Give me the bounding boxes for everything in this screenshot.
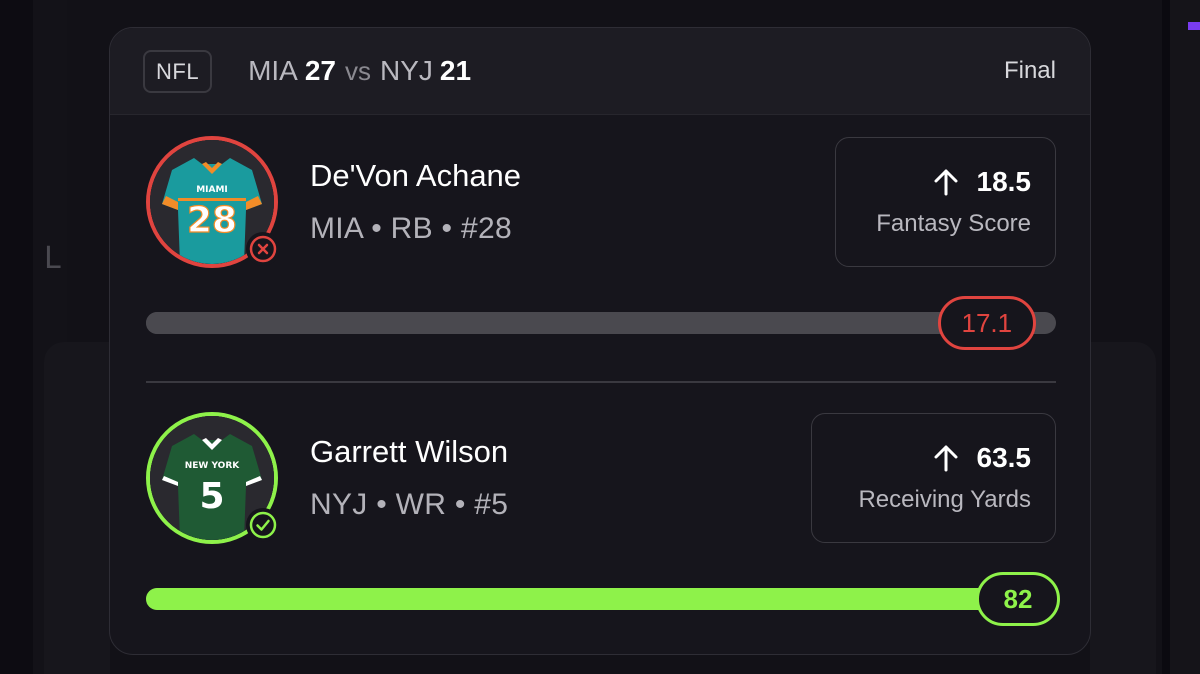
x-icon [249, 235, 277, 263]
background-partial-text: L [44, 241, 61, 276]
background-accent-tab [1188, 22, 1200, 30]
player-avatar: MIAMI 28 [146, 136, 280, 268]
arrow-up-icon [934, 445, 957, 472]
prop-stat-label: Receiving Yards [858, 486, 1031, 513]
actual-value-pill: 82 [976, 572, 1060, 626]
player-row-achane[interactable]: MIAMI 28 De'Von Achane MIA • RB • #28 18… [110, 28, 1090, 382]
svg-text:MIAMI: MIAMI [196, 185, 228, 195]
player-name: Garrett Wilson [310, 434, 509, 469]
progress-track [146, 312, 1056, 334]
progress-fill [146, 312, 987, 334]
player-meta: NYJ • WR • #5 [310, 488, 509, 521]
background-right-column [1170, 0, 1200, 674]
player-name: De'Von Achane [310, 158, 522, 193]
player-row-wilson[interactable]: NEW YORK 5 Garrett Wilson NYJ • WR • #5 [110, 382, 1090, 654]
game-props-card[interactable]: NFL MIA 27 vs NYJ 21 Final MIAMI 28 De'V… [109, 27, 1091, 655]
app-stage: L NFL MIA 27 vs NYJ 21 Final MIAMI 28 De… [0, 0, 1200, 674]
svg-text:5: 5 [199, 476, 224, 517]
result-badge [246, 508, 280, 542]
background-card-left [44, 342, 110, 674]
player-avatar: NEW YORK 5 [146, 412, 280, 544]
progress-track [146, 588, 1056, 610]
prop-stat-label: Fantasy Score [876, 210, 1031, 237]
arrow-up-icon [934, 169, 957, 196]
background-card-right [1090, 342, 1156, 674]
progress-fill [146, 588, 1056, 610]
actual-value-pill: 17.1 [937, 296, 1036, 350]
prop-line-value: 18.5 [976, 166, 1032, 197]
check-icon [249, 511, 277, 539]
svg-text:28: 28 [187, 200, 237, 241]
prop-box[interactable]: 18.5 Fantasy Score [835, 137, 1056, 267]
prop-line-value: 63.5 [976, 442, 1032, 473]
prop-box[interactable]: 63.5 Receiving Yards [811, 413, 1056, 543]
svg-text:NEW YORK: NEW YORK [185, 461, 241, 471]
player-meta: MIA • RB • #28 [310, 212, 512, 245]
result-badge [246, 232, 280, 266]
background-panel-right [1162, 0, 1170, 674]
